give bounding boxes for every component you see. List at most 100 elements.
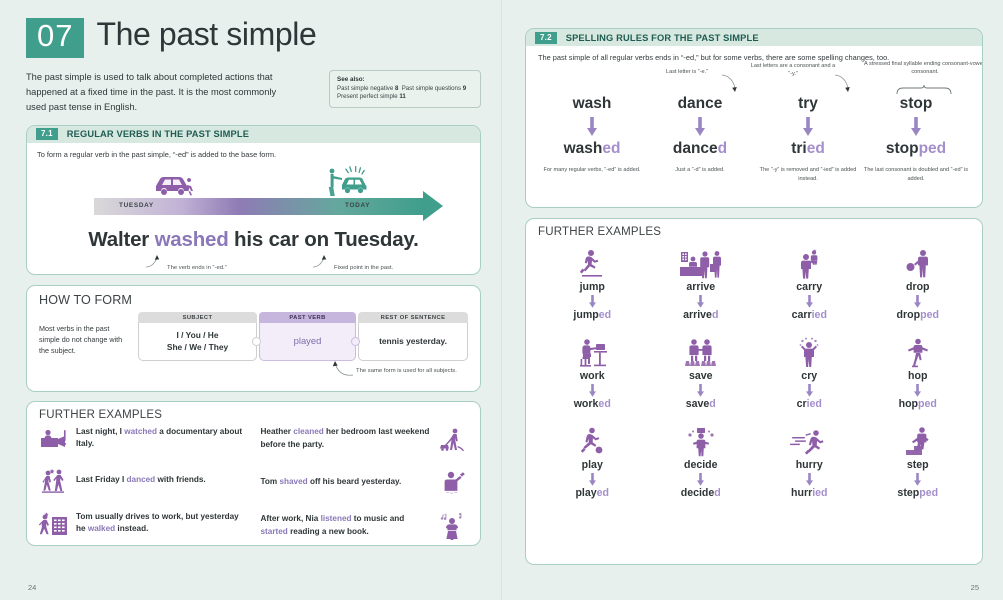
callout-line-icon <box>312 255 327 268</box>
see-also-ref-label[interactable]: Past simple negative <box>337 85 393 92</box>
see-also-title: See also: <box>337 75 365 83</box>
past-form-suffix: ped <box>919 487 939 499</box>
walking-to-office-icon <box>39 510 69 536</box>
see-also-ref-label-2[interactable]: Past simple questions <box>402 85 461 92</box>
further-examples-right-card: FURTHER EXAMPLES jump jumped arrive arri… <box>525 218 983 565</box>
list-item-text: Last Friday I danced with friends. <box>76 474 206 486</box>
list-item-text: Tom shaved off his beard yesterday. <box>261 476 432 488</box>
down-arrow-icon <box>588 473 596 486</box>
example-after: to music and <box>351 514 405 524</box>
past-form-stem: drop <box>896 309 921 321</box>
past-form-stem: cr <box>796 398 807 410</box>
down-arrow-icon <box>697 473 705 486</box>
intro-row: The past simple is used to talk about co… <box>26 69 481 115</box>
section-7-2-body: The past simple of all regular verbs end… <box>526 46 982 183</box>
hurrying-person-icon <box>755 424 864 458</box>
past-form: decided <box>647 487 756 499</box>
table-row: jump jumped arrive arrived carry carried… <box>538 246 972 321</box>
spelling-rules-grid: wash washed For many regular verbs, “-ed… <box>538 95 970 182</box>
base-verb: save <box>688 370 713 382</box>
left-page: 07 The past simple The past simple is us… <box>0 0 503 600</box>
callout-line-icon <box>145 255 160 268</box>
example-after: off his beard yesterday. <box>307 476 402 486</box>
subject-line-2: She / We / They <box>166 342 229 353</box>
past-form-suffix: ped <box>918 140 947 158</box>
spelling-rule-try: try tried The “-y” is removed and “-ied”… <box>754 95 862 182</box>
further-examples-right-title: FURTHER EXAMPLES <box>538 226 662 238</box>
further-examples-column-2: Heather cleaned her bedroom last weekend… <box>261 426 469 540</box>
base-verb: hurry <box>795 459 823 471</box>
further-examples-column-1: Last night, I watched a documentary abou… <box>39 426 247 540</box>
past-form-stem: save <box>685 398 710 410</box>
list-item: Last night, I watched a documentary abou… <box>39 426 247 451</box>
annotation-last-letter-e: Last letter is “-e.” <box>666 69 708 76</box>
base-verb: cry <box>801 370 818 382</box>
section-7-1-rule: To form a regular verb in the past simpl… <box>37 149 277 159</box>
verb-cell-arrive: arrive arrived <box>647 246 756 321</box>
example-after-2: reading a new book. <box>287 526 369 536</box>
dancing-couple-icon <box>39 467 69 494</box>
past-form-stem: carr <box>791 309 812 321</box>
example-highlight: listened <box>320 514 352 524</box>
spelling-caption: Just a “-d” is added. <box>675 167 725 174</box>
verb-cell-save: save saved <box>647 335 756 410</box>
down-arrow-icon <box>914 295 922 308</box>
down-arrow-icon <box>697 295 705 308</box>
desk-working-icon <box>538 335 647 369</box>
tv-watching-icon <box>39 426 69 450</box>
puzzle-header-past-verb: PAST VERB <box>259 311 356 323</box>
past-form-stem: tri <box>791 140 807 158</box>
section-7-1-header: 7.1 REGULAR VERBS IN THE PAST SIMPLE <box>27 125 480 143</box>
past-form: cried <box>755 398 864 410</box>
puzzle-knob-icon <box>252 336 261 346</box>
timeline-label-past: TUESDAY <box>119 202 154 210</box>
hopping-person-icon <box>864 335 973 369</box>
list-item-text: After work, Nia listened to music and st… <box>261 513 432 538</box>
base-verb: drop <box>905 281 930 293</box>
past-form-suffix: ed <box>598 398 611 410</box>
see-also-ref-label-3[interactable]: Present perfect simple <box>337 93 398 100</box>
puzzle-cell-rest[interactable]: tennis yesterday. <box>358 322 468 361</box>
spelling-annotations: Last letter is “-e.” Last letters are a … <box>538 61 982 95</box>
see-also-ref-number: 8 <box>394 84 399 92</box>
past-form-suffix: d <box>714 487 721 499</box>
base-verb: stop <box>899 95 933 113</box>
see-also-box: See also: Past simple negative 8 Past si… <box>329 69 481 108</box>
puzzle-cell-past-verb[interactable]: played <box>259 322 360 361</box>
past-form-suffix: ied <box>811 309 827 321</box>
past-form-suffix: ied <box>806 398 822 410</box>
past-form: played <box>538 487 647 499</box>
verb-cell-work: work worked <box>538 335 647 410</box>
past-verb-value: played <box>293 335 322 347</box>
sentence-after: his car on Tuesday. <box>228 228 419 252</box>
how-to-form-row: Most verbs in the past simple do not cha… <box>39 311 468 383</box>
base-verb: wash <box>572 95 612 113</box>
base-verb: decide <box>683 459 718 471</box>
spelling-caption: The last consonant is doubled and “-ed” … <box>863 167 969 182</box>
page-number-left: 24 <box>28 583 37 592</box>
section-7-1-card: 7.1 REGULAR VERBS IN THE PAST SIMPLE To … <box>26 124 481 275</box>
see-also-line: Past simple negative 8 Past simple quest… <box>337 85 473 94</box>
past-form-stem: stop <box>885 140 919 158</box>
note-fixed-point: Fixed point in the past. <box>334 265 394 272</box>
past-form: jumped <box>538 309 647 321</box>
base-verb: arrive <box>686 281 716 293</box>
past-form: hurried <box>755 487 864 499</box>
base-verb: hop <box>908 370 928 382</box>
spelling-rule-stop: stop stopped The last consonant is doubl… <box>862 95 970 182</box>
down-arrow-icon <box>803 117 813 137</box>
past-form-suffix: ied <box>812 487 828 499</box>
example-before: Last night, I <box>76 426 125 436</box>
verb-examples-grid: jump jumped arrive arrived carry carried… <box>538 246 972 499</box>
past-form-suffix: ed <box>602 140 621 158</box>
past-form-stem: hurr <box>791 487 813 499</box>
vacuum-cleaning-icon <box>438 426 468 452</box>
verb-cell-cry: cry cried <box>755 335 864 410</box>
past-form-stem: decide <box>680 487 715 499</box>
past-form-suffix: d <box>717 140 728 158</box>
past-form-stem: dance <box>672 140 718 158</box>
puzzle-cell-subject[interactable]: I / You / He She / We / They <box>138 322 261 361</box>
past-form-stem: play <box>575 487 597 499</box>
example-highlight: shaved <box>279 476 308 486</box>
past-form-suffix: d <box>711 309 719 321</box>
